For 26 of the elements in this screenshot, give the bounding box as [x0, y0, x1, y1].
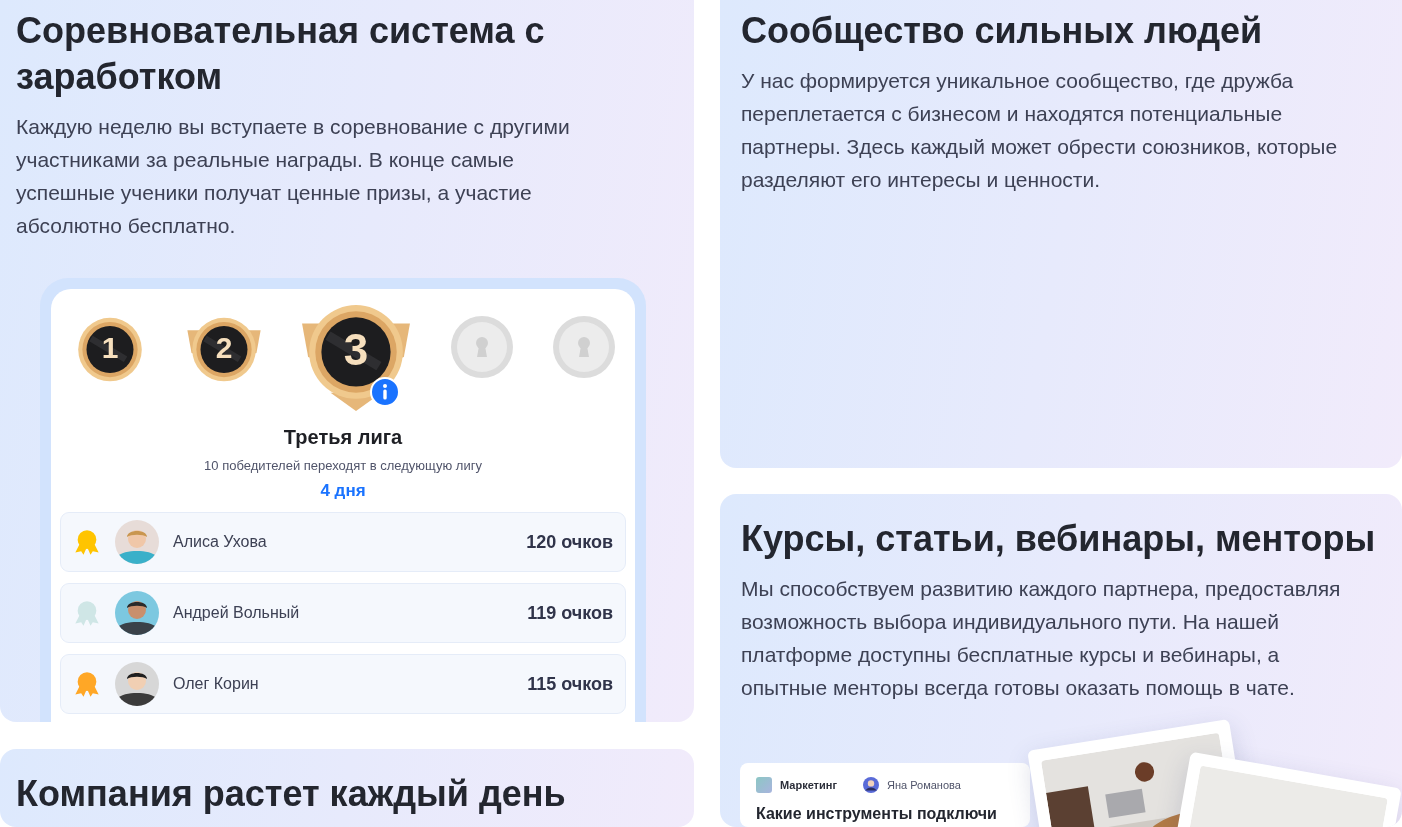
- article-card[interactable]: Маркетинг Яна Романова Какие инструменты подключи: [740, 763, 1030, 827]
- participant-name: Олег Корин: [173, 675, 260, 693]
- section-title: Курсы, статьи, вебинары, менторы: [741, 517, 1377, 561]
- article-author: Яна Романова: [887, 779, 961, 791]
- section-text: У нас формируется уникальное сообщество, где дружба переплетается с бизнесом и находятся потенциальные партнеры. Здесь каждый может обрести союзников, которые разделяют его интересы и ценности.: [741, 68, 1339, 193]
- participant-name: Андрей Вольный: [173, 604, 301, 622]
- medal-number: 2: [214, 333, 234, 364]
- points: 119 очков: [527, 602, 613, 624]
- points: 120 очков: [526, 531, 613, 553]
- category-icon: [756, 777, 772, 793]
- section-title: Сообщество сильных людей: [741, 9, 1264, 53]
- article-title: Какие инструменты подключи: [756, 805, 998, 823]
- section-title: Компания растет каждый день: [16, 772, 567, 816]
- medal-number: 1: [100, 333, 120, 364]
- time-left: 4 дня: [319, 481, 367, 501]
- medal-number: 3: [342, 328, 370, 373]
- league-note: 10 победителей переходят в следующую лигу: [203, 458, 483, 473]
- avatar-icon: [863, 777, 879, 793]
- points: 115 очков: [527, 673, 613, 695]
- participant-name: Алиса Ухова: [173, 533, 268, 551]
- section-title: Соревновательная система с заработком: [16, 9, 546, 99]
- section-text: Каждую неделю вы вступаете в соревнование с другими участниками за реальные награды. В конце самые успешные ученики получат ценные призы, а участие абсолютно бесплатно.: [16, 114, 571, 239]
- article-category: Маркетинг: [780, 779, 837, 791]
- info-icon[interactable]: [370, 377, 400, 407]
- league-name: Третья лига: [282, 426, 404, 449]
- section-text: Мы способствуем развитию каждого партнера, предоставляя возможность выбора индивидуального пути. На нашей платформе доступны бесплатные курсы и вебинары, а опытные менторы всегда готовы оказать помощь в чате.: [741, 576, 1342, 701]
